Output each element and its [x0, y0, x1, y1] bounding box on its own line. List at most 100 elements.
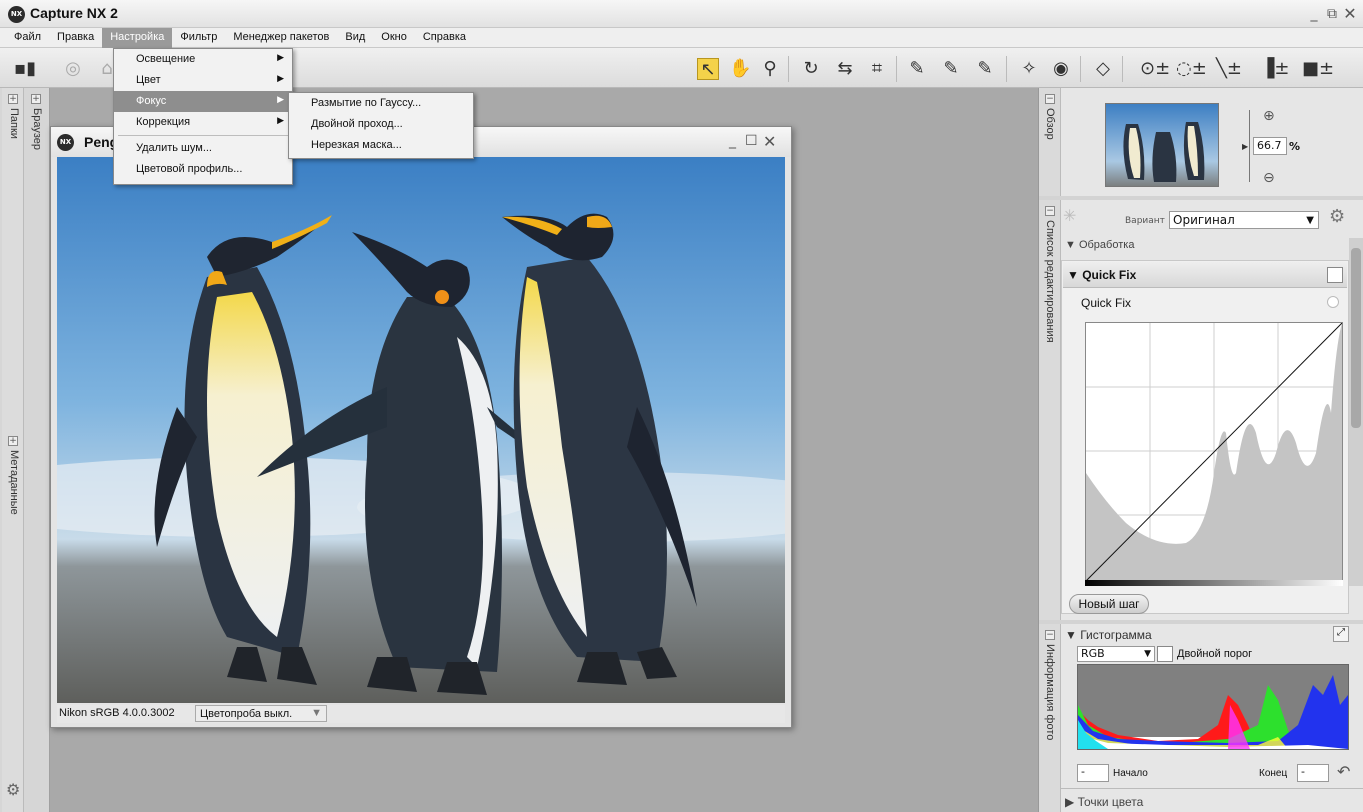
menu-item-remove-noise[interactable]: Удалить шум...: [114, 138, 292, 159]
quick-fix-row[interactable]: Quick Fix: [1081, 296, 1131, 310]
camera-icon[interactable]: ◎: [62, 58, 84, 80]
submenu-unsharp-mask[interactable]: Нерезкая маска...: [289, 135, 473, 156]
quick-fix-header[interactable]: ▼ Quick Fix: [1063, 262, 1347, 288]
tag-icon[interactable]: ◇: [1092, 58, 1114, 80]
doc-logo-icon: NX: [57, 134, 74, 151]
edit-list-scrollbar[interactable]: [1349, 238, 1363, 586]
collapse-overview-icon[interactable]: −: [1045, 94, 1055, 104]
menu-item-correction[interactable]: Коррекция ▶: [114, 112, 292, 133]
menu-window[interactable]: Окно: [373, 28, 415, 48]
zoom-input[interactable]: 66.7: [1253, 137, 1287, 155]
dropdown-arrow-icon: ▼: [1144, 649, 1151, 659]
folders-tab[interactable]: Папки: [8, 108, 20, 139]
browser-tab[interactable]: Браузер: [31, 108, 43, 150]
menu-batch-manager[interactable]: Менеджер пакетов: [225, 28, 337, 48]
histogram-title: Гистограмма: [1080, 628, 1152, 642]
document-statusbar: Nikon sRGB 4.0.0.3002 Цветопроба выкл. ▼: [57, 705, 785, 723]
fill-icon[interactable]: ■±: [1302, 58, 1334, 80]
overview-thumbnail[interactable]: [1105, 103, 1219, 187]
photo-info-tab[interactable]: Информация фото: [1044, 644, 1056, 740]
menu-item-focus[interactable]: Фокус ▶: [114, 91, 292, 112]
menu-item-color-profile[interactable]: Цветовой профиль...: [114, 159, 292, 180]
menu-bar: Файл Правка Настройка Фильтр Менеджер па…: [0, 28, 1363, 48]
zoom-in-icon[interactable]: ⊕: [1263, 108, 1275, 124]
expand-histogram-icon[interactable]: ⤢: [1333, 626, 1349, 642]
menu-edit[interactable]: Правка: [49, 28, 102, 48]
menu-file[interactable]: Файл: [6, 28, 49, 48]
doc-minimize-icon[interactable]: _: [729, 133, 736, 149]
variant-value: Оригинал: [1173, 213, 1235, 227]
start-label: Начало: [1113, 768, 1148, 779]
menu-settings[interactable]: Настройка: [102, 28, 173, 48]
submenu-gaussian-blur[interactable]: Размытие по Гауссу...: [289, 93, 473, 114]
menu-item-lighting[interactable]: Освещение ▶: [114, 49, 292, 70]
doc-maximize-icon[interactable]: ☐: [745, 133, 758, 149]
left-rail: + Папки + Браузер + Метаданные ⚙: [0, 88, 50, 812]
straighten-icon[interactable]: ⇆: [834, 58, 856, 80]
restore-icon[interactable]: ⧉: [1324, 6, 1340, 22]
quick-fix-checkbox[interactable]: [1327, 267, 1343, 283]
quick-fix-radio[interactable]: [1327, 296, 1339, 308]
edit-list-tab[interactable]: Список редактирования: [1044, 220, 1056, 343]
color-control-point-icon[interactable]: ⊙±: [1140, 58, 1170, 80]
end-label: Конец: [1259, 768, 1288, 779]
black-point-icon[interactable]: ✎: [906, 58, 928, 80]
focus-submenu: Размытие по Гауссу... Двойной проход... …: [288, 92, 474, 159]
overview-tab[interactable]: Обзор: [1044, 108, 1056, 140]
dropdown-arrow-icon: ▼: [1306, 215, 1314, 226]
start-input[interactable]: -: [1077, 764, 1109, 782]
variant-label: Вариант: [1125, 216, 1165, 226]
menu-filter[interactable]: Фильтр: [172, 28, 225, 48]
photo-canvas[interactable]: [57, 157, 785, 703]
document-window: NX Peng _ ☐ ✕ Nikon sRGB 4.0.0.3002 Цвет…: [50, 126, 792, 728]
menu-view[interactable]: Вид: [337, 28, 373, 48]
expand-browser-icon[interactable]: +: [31, 94, 41, 104]
options-gear-icon[interactable]: ⚙: [1329, 206, 1345, 227]
reset-icon[interactable]: ↶: [1337, 762, 1350, 781]
zoom-slider-thumb-icon[interactable]: ▶: [1242, 142, 1248, 151]
channel-select[interactable]: RGB ▼: [1077, 646, 1155, 662]
metadata-tab[interactable]: Метаданные: [8, 450, 20, 515]
menu-item-color[interactable]: Цвет ▶: [114, 70, 292, 91]
right-panel: − Обзор ⊕ ▶ 66.7 % ⊖ − Список редактиров…: [1038, 88, 1363, 812]
submenu-double-pass[interactable]: Двойной проход...: [289, 114, 473, 135]
variant-select[interactable]: Оригинал ▼: [1169, 211, 1319, 229]
new-step-button[interactable]: Новый шаг: [1069, 594, 1149, 614]
expand-folders-icon[interactable]: +: [8, 94, 18, 104]
minimize-icon[interactable]: _: [1306, 6, 1322, 22]
rotate-icon[interactable]: ↻: [800, 58, 822, 80]
brush-icon[interactable]: ╲±: [1214, 58, 1244, 80]
layout-icon[interactable]: ▪▮: [14, 58, 36, 80]
neutral-point-icon[interactable]: ✎: [940, 58, 962, 80]
doc-close-icon[interactable]: ✕: [763, 132, 776, 151]
expand-metadata-icon[interactable]: +: [8, 436, 18, 446]
collapse-editlist-icon[interactable]: −: [1045, 206, 1055, 216]
histogram-section[interactable]: ▼ Гистограмма: [1065, 628, 1152, 642]
dropdown-arrow-icon: ▼: [311, 707, 322, 719]
processing-section[interactable]: ▼ Обработка: [1065, 239, 1134, 251]
end-input[interactable]: -: [1297, 764, 1329, 782]
settings-gear-icon[interactable]: ⚙: [6, 780, 20, 799]
zoom-icon[interactable]: ⚲: [759, 58, 781, 80]
direct-select-icon[interactable]: ↖: [697, 58, 719, 80]
menu-item-label: Цвет: [136, 74, 161, 86]
collapse-photoinfo-icon[interactable]: −: [1045, 630, 1055, 640]
auto-retouch-icon[interactable]: ✧: [1018, 58, 1040, 80]
curves-editor[interactable]: [1085, 322, 1343, 582]
lasso-icon[interactable]: ◌±: [1176, 58, 1207, 80]
zoom-slider-track[interactable]: [1249, 110, 1250, 182]
red-eye-icon[interactable]: ◉: [1050, 58, 1072, 80]
white-point-icon[interactable]: ✎: [974, 58, 996, 80]
softproof-dropdown[interactable]: Цветопроба выкл. ▼: [195, 705, 327, 722]
gradient-icon[interactable]: ▐±: [1260, 58, 1290, 80]
zoom-out-icon[interactable]: ⊖: [1263, 170, 1275, 186]
menu-help[interactable]: Справка: [415, 28, 474, 48]
quick-fix-title: Quick Fix: [1082, 268, 1137, 282]
close-icon[interactable]: ✕: [1342, 6, 1358, 22]
double-threshold-checkbox[interactable]: [1157, 646, 1173, 662]
hand-icon[interactable]: ✋: [729, 58, 751, 80]
rgb-histogram: [1077, 664, 1349, 750]
zoom-unit: %: [1289, 140, 1301, 153]
color-points-section[interactable]: ▶ Точки цвета: [1065, 795, 1143, 809]
crop-icon[interactable]: ⌗: [866, 58, 888, 80]
